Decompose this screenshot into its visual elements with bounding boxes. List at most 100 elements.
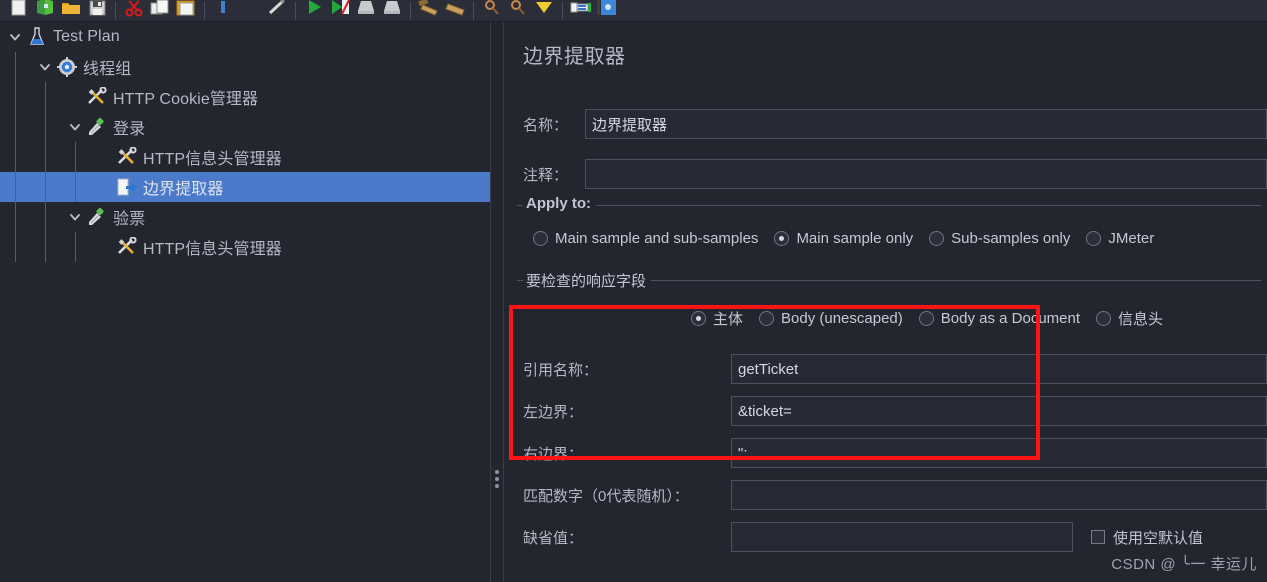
csdn-watermark: CSDN @ ╰一 幸运儿 bbox=[1111, 556, 1257, 573]
chevron-down-icon[interactable] bbox=[64, 112, 86, 142]
paste-icon[interactable] bbox=[173, 0, 199, 21]
chevron-down-icon[interactable] bbox=[64, 202, 86, 232]
tree-guide-line-3 bbox=[75, 232, 76, 262]
save-icon[interactable] bbox=[84, 0, 110, 21]
tree-guide-line-0 bbox=[15, 52, 16, 262]
default-value-row: 缺省值： 使用空默认值 bbox=[523, 522, 1203, 552]
search-icon[interactable] bbox=[479, 0, 505, 21]
refname-label: 引用名称： bbox=[523, 361, 599, 379]
response-field-group-title: 要检查的响应字段 bbox=[523, 270, 652, 291]
radio-label: Main sample only bbox=[796, 230, 914, 247]
default-value-label: 缺省值： bbox=[523, 529, 584, 547]
delete-icon[interactable] bbox=[210, 0, 236, 21]
name-label: 名称： bbox=[523, 116, 569, 134]
right-boundary-input[interactable] bbox=[731, 438, 1267, 468]
splitter-grip[interactable] bbox=[495, 470, 499, 488]
tree-node-label: 验票 bbox=[113, 211, 146, 228]
toggle-icon[interactable] bbox=[264, 0, 290, 21]
tree-node-6[interactable]: 验票 bbox=[0, 202, 490, 232]
panel-splitter[interactable] bbox=[490, 22, 504, 582]
radio-label: 信息头 bbox=[1118, 311, 1164, 328]
apply-to-radio-3[interactable]: JMeter bbox=[1086, 230, 1154, 247]
function-helper-icon[interactable] bbox=[568, 1, 594, 21]
open-folder-icon[interactable] bbox=[58, 1, 84, 21]
separator-5 bbox=[473, 1, 474, 20]
radio-dot[interactable] bbox=[533, 231, 548, 246]
apply-to-radio-0[interactable]: Main sample and sub-samples bbox=[533, 230, 758, 247]
radio-label: Body as a Document bbox=[940, 310, 1081, 327]
apply-to-radio-1[interactable]: Main sample only bbox=[774, 230, 913, 247]
clear-all-icon[interactable] bbox=[442, 1, 468, 21]
apply-to-radio-group[interactable]: Main sample and sub-samples Main sample o… bbox=[533, 230, 1170, 247]
chevron-down-icon[interactable] bbox=[34, 52, 56, 82]
test-plan-icon bbox=[26, 25, 48, 49]
copy-icon[interactable] bbox=[147, 0, 173, 21]
separator-2 bbox=[204, 1, 205, 20]
cut-icon[interactable] bbox=[121, 0, 147, 21]
config-icon bbox=[116, 145, 138, 169]
tree-node-label: HTTP信息头管理器 bbox=[143, 241, 282, 258]
new-file-icon[interactable] bbox=[6, 0, 32, 21]
refname-input[interactable] bbox=[731, 354, 1267, 384]
tree-guide-line-1 bbox=[45, 82, 46, 262]
test-plan-tree[interactable]: Test Plan 线程组 HTTP Cookie管理器 登录 HTTP信息头管理器 边界… bbox=[0, 22, 490, 262]
tree-node-label: HTTP Cookie管理器 bbox=[113, 91, 259, 108]
tree-no-twisty bbox=[94, 172, 116, 202]
match-number-input[interactable] bbox=[731, 480, 1267, 510]
response-field-radio-0[interactable]: 主体 bbox=[691, 308, 743, 329]
start-icon[interactable] bbox=[301, 0, 327, 21]
radio-dot[interactable] bbox=[774, 231, 790, 246]
right-boundary-row: 右边界： bbox=[523, 438, 1267, 468]
tree-node-label: Test Plan bbox=[53, 28, 120, 45]
tree-node-5[interactable]: 边界提取器 bbox=[0, 172, 490, 202]
radio-dot[interactable] bbox=[929, 231, 945, 246]
jmeter-window: Test Plan 线程组 HTTP Cookie管理器 登录 HTTP信息头管理器 边界… bbox=[0, 0, 1267, 582]
use-empty-default-checkbox[interactable]: 使用空默认值 bbox=[1091, 527, 1203, 548]
response-field-radio-2[interactable]: Body as a Document bbox=[918, 310, 1081, 327]
tree-node-4[interactable]: HTTP信息头管理器 bbox=[0, 142, 490, 172]
comment-input[interactable] bbox=[585, 159, 1267, 189]
tree-node-label: HTTP信息头管理器 bbox=[143, 151, 282, 168]
radio-label: JMeter bbox=[1108, 230, 1155, 247]
radio-dot[interactable] bbox=[759, 311, 775, 326]
tree-node-0[interactable]: Test Plan bbox=[0, 22, 490, 52]
default-value-input[interactable] bbox=[731, 522, 1073, 552]
sampler-icon bbox=[86, 205, 108, 229]
match-number-row: 匹配数字（0代表随机）： bbox=[523, 480, 1267, 510]
left-boundary-input[interactable] bbox=[731, 396, 1267, 426]
name-input[interactable] bbox=[585, 109, 1267, 139]
stop-icon[interactable] bbox=[353, 0, 379, 21]
radio-label: 主体 bbox=[713, 311, 744, 328]
boundary-extractor-panel: 边界提取器 名称： 注释： Apply to: Main sample and … bbox=[505, 22, 1267, 582]
tree-node-3[interactable]: 登录 bbox=[0, 112, 490, 142]
post-processor-icon bbox=[116, 175, 138, 199]
start-no-pauses-icon[interactable] bbox=[327, 0, 353, 21]
chevron-down-icon[interactable] bbox=[4, 22, 26, 52]
checkbox-box[interactable] bbox=[1091, 530, 1105, 544]
right-boundary-label: 右边界： bbox=[523, 445, 584, 463]
response-field-radio-group[interactable]: 主体 Body (unescaped) Body as a Document 信息头 bbox=[691, 308, 1179, 329]
expand-icon[interactable] bbox=[531, 1, 557, 21]
shutdown-icon[interactable] bbox=[379, 0, 405, 21]
apply-to-radio-2[interactable]: Sub-samples only bbox=[929, 230, 1070, 247]
templates-icon[interactable] bbox=[32, 0, 58, 21]
config-icon bbox=[116, 235, 138, 259]
radio-dot[interactable] bbox=[691, 311, 706, 326]
comment-row: 注释： bbox=[523, 159, 1267, 189]
response-field-radio-1[interactable]: Body (unescaped) bbox=[759, 310, 903, 327]
clear-icon[interactable] bbox=[416, 0, 442, 21]
name-row: 名称： bbox=[523, 109, 1267, 139]
tree-node-2[interactable]: HTTP Cookie管理器 bbox=[0, 82, 490, 112]
help-icon[interactable] bbox=[594, 0, 620, 21]
response-field-radio-3[interactable]: 信息头 bbox=[1096, 308, 1163, 329]
tree-guide-line-2 bbox=[75, 142, 76, 202]
left-boundary-row: 左边界： bbox=[523, 396, 1267, 426]
radio-dot[interactable] bbox=[1096, 311, 1112, 326]
radio-dot[interactable] bbox=[1086, 231, 1102, 246]
tree-node-7[interactable]: HTTP信息头管理器 bbox=[0, 232, 490, 262]
search-reset-icon[interactable] bbox=[505, 0, 531, 21]
radio-dot[interactable] bbox=[918, 311, 934, 326]
separator-4 bbox=[410, 1, 411, 20]
tree-node-1[interactable]: 线程组 bbox=[0, 52, 490, 82]
apply-to-group-title: Apply to: bbox=[523, 195, 596, 212]
